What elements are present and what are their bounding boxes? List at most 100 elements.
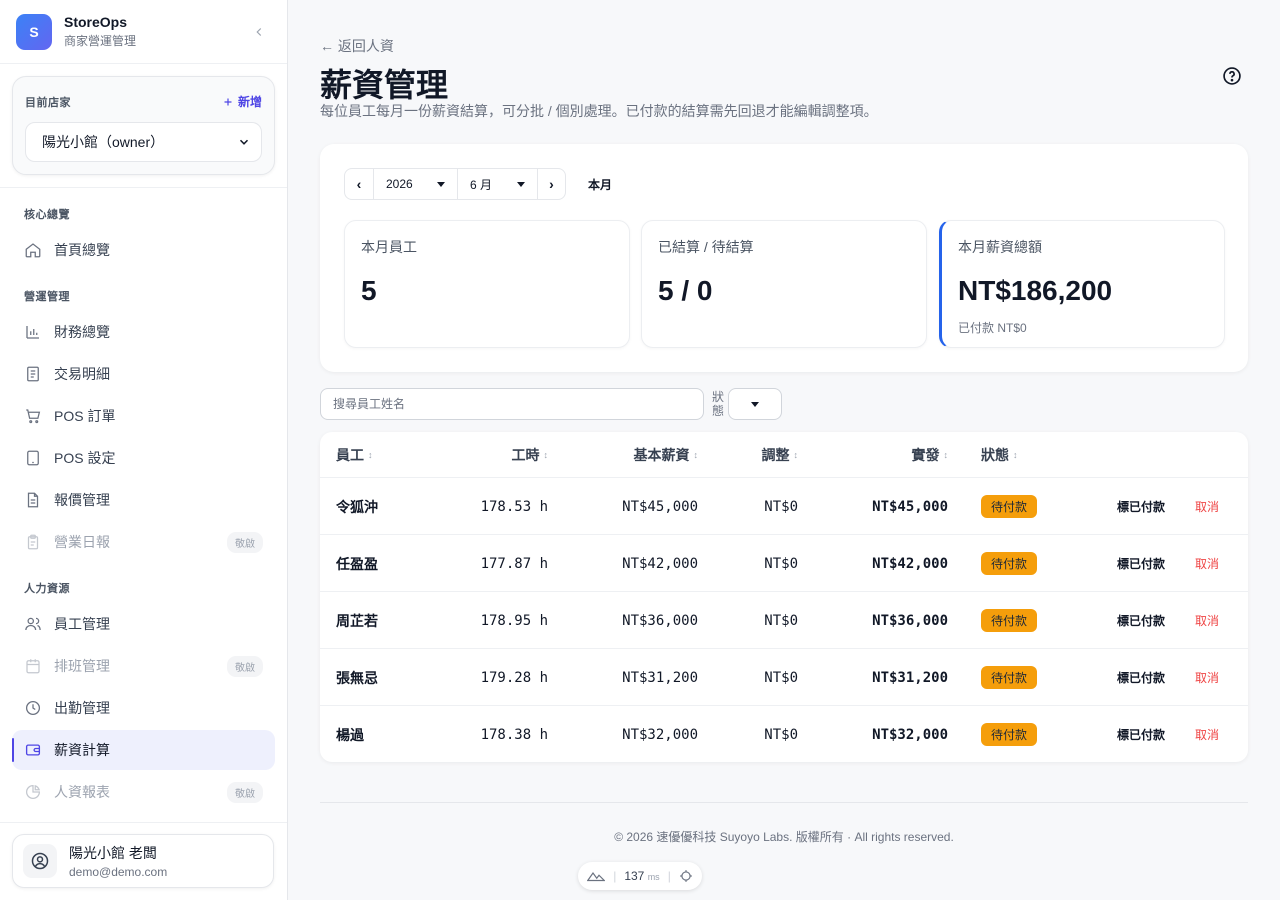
sidebar-item-attendance[interactable]: 出勤管理 bbox=[12, 688, 275, 728]
adjustment-cell: NT$0 bbox=[764, 726, 798, 743]
store-label: 目前店家 bbox=[25, 96, 71, 109]
sidebar-item-scheduling[interactable]: 排班管理 敬啟 bbox=[12, 646, 275, 686]
column-header-base-salary[interactable]: 基本薪資 ↕ bbox=[634, 432, 699, 478]
store-select[interactable]: 陽光小館（owner） bbox=[25, 122, 262, 162]
sidebar-item-employees[interactable]: 員工管理 bbox=[12, 604, 275, 644]
year-select[interactable]: 2026 bbox=[373, 169, 457, 199]
nav-section-title: 營運管理 bbox=[24, 291, 70, 303]
status-badge: 待付款 bbox=[981, 609, 1038, 632]
employee-name: 周芷若 bbox=[336, 612, 378, 629]
mountain-logo-icon bbox=[587, 871, 606, 882]
sidebar-nav: 核心總覽 首頁總覽 營運管理 財務總覽 交易明細 POS 訂單 POS 設定 報… bbox=[0, 206, 287, 812]
mark-paid-button[interactable]: 標已付款 bbox=[1117, 555, 1165, 572]
sidebar-item-pos-settings[interactable]: POS 設定 bbox=[12, 438, 275, 478]
column-header-status[interactable]: 狀態 ↕ bbox=[981, 432, 1018, 478]
main-content: ← 返回人資 薪資管理 每位員工每月一份薪資結算，可分批 / 個別處理。已付款的… bbox=[320, 0, 1248, 900]
cancel-button[interactable]: 取消 bbox=[1195, 555, 1219, 572]
adjustment-cell: NT$0 bbox=[764, 612, 798, 629]
month-select[interactable]: 6 月 bbox=[457, 169, 537, 199]
store-switcher: 目前店家 新增 陽光小館（owner） bbox=[12, 76, 275, 175]
help-button[interactable] bbox=[1222, 66, 1242, 86]
column-header-adjustment[interactable]: 調整 ↕ bbox=[762, 432, 799, 478]
base-salary-cell: NT$32,000 bbox=[622, 726, 698, 743]
cancel-button[interactable]: 取消 bbox=[1195, 498, 1219, 515]
net-pay-cell: NT$32,000 bbox=[872, 726, 948, 743]
period-selector: ‹ 2026 6 月 › 本月 bbox=[344, 168, 612, 200]
table-row: 任盈盈 177.87 h NT$42,000 NT$0 NT$42,000 待付… bbox=[320, 535, 1248, 592]
base-salary-cell: NT$31,200 bbox=[622, 669, 698, 686]
next-month-button[interactable]: › bbox=[537, 169, 565, 199]
users-icon bbox=[24, 615, 42, 633]
dev-perf-indicator[interactable]: | 137 ms | bbox=[578, 862, 702, 890]
sidebar-item-finance[interactable]: 財務總覽 bbox=[12, 312, 275, 352]
chevron-left-icon bbox=[256, 27, 262, 36]
prev-month-button[interactable]: ‹ bbox=[345, 169, 373, 199]
mark-paid-button[interactable]: 標已付款 bbox=[1117, 669, 1165, 686]
status-filter-label: 狀態 bbox=[712, 390, 725, 418]
mark-paid-button[interactable]: 標已付款 bbox=[1117, 726, 1165, 743]
stat-value: 5 bbox=[361, 275, 377, 306]
help-circle-icon bbox=[1223, 67, 1241, 85]
disabled-badge: 敬啟 bbox=[227, 655, 263, 677]
stat-value: 5 / 0 bbox=[658, 275, 713, 306]
status-badge: 待付款 bbox=[981, 666, 1038, 689]
cancel-button[interactable]: 取消 bbox=[1195, 726, 1219, 743]
filter-bar: 狀態 bbox=[320, 388, 782, 420]
adjustment-cell: NT$0 bbox=[764, 555, 798, 572]
home-icon bbox=[24, 241, 42, 259]
user-circle-icon bbox=[31, 852, 49, 870]
sort-icon: ↕ bbox=[543, 450, 549, 460]
status-badge: 待付款 bbox=[981, 723, 1038, 746]
column-header-employee[interactable]: 員工 ↕ bbox=[336, 432, 373, 478]
caret-down-icon bbox=[437, 181, 445, 187]
page-description: 每位員工每月一份薪資結算，可分批 / 個別處理。已付款的結算需先回退才能編輯調整… bbox=[320, 103, 878, 119]
column-header-net-pay[interactable]: 實發 ↕ bbox=[912, 432, 949, 478]
table-header: 員工 ↕ 工時 ↕ 基本薪資 ↕ 調整 ↕ 實發 ↕ 狀態 ↕ bbox=[320, 432, 1248, 478]
base-salary-cell: NT$36,000 bbox=[622, 612, 698, 629]
employee-name: 張無忌 bbox=[336, 669, 378, 686]
sidebar-item-daily-report[interactable]: 營業日報 敬啟 bbox=[12, 522, 275, 562]
net-pay-cell: NT$42,000 bbox=[872, 555, 948, 572]
stat-value: NT$186,200 bbox=[958, 275, 1113, 306]
employee-name: 任盈盈 bbox=[336, 555, 378, 572]
chevron-down-icon bbox=[239, 139, 249, 145]
sort-icon: ↕ bbox=[1013, 450, 1018, 460]
brand-header: S StoreOps 商家營運管理 bbox=[0, 0, 287, 64]
cart-icon bbox=[24, 407, 42, 425]
clock-icon bbox=[24, 699, 42, 717]
cancel-button[interactable]: 取消 bbox=[1195, 612, 1219, 629]
sidebar-item-transactions[interactable]: 交易明細 bbox=[12, 354, 275, 394]
table-row: 令狐沖 178.53 h NT$45,000 NT$0 NT$45,000 待付… bbox=[320, 478, 1248, 535]
status-filter-select[interactable] bbox=[728, 388, 782, 420]
table-row: 周芷若 178.95 h NT$36,000 NT$0 NT$36,000 待付… bbox=[320, 592, 1248, 649]
disabled-badge: 敬啟 bbox=[227, 531, 263, 553]
collapse-sidebar-button[interactable] bbox=[247, 20, 271, 44]
cancel-button[interactable]: 取消 bbox=[1195, 669, 1219, 686]
add-store-button[interactable]: 新增 bbox=[222, 93, 262, 110]
clipboard-icon bbox=[24, 533, 42, 551]
this-month-button[interactable]: 本月 bbox=[588, 176, 612, 193]
net-pay-cell: NT$36,000 bbox=[872, 612, 948, 629]
nav-section-title: 人力資源 bbox=[24, 583, 70, 595]
sort-icon: ↕ bbox=[793, 450, 799, 460]
user-email: demo@demo.com bbox=[69, 865, 168, 879]
disabled-badge: 敬啟 bbox=[227, 781, 263, 803]
brand-name: StoreOps bbox=[64, 14, 128, 30]
caret-down-icon bbox=[517, 181, 525, 187]
sidebar-item-quotes[interactable]: 報價管理 bbox=[12, 480, 275, 520]
document-icon bbox=[24, 491, 42, 509]
sidebar-item-payroll[interactable]: 薪資計算 bbox=[12, 730, 275, 770]
stat-subtext: 已付款 NT$0 bbox=[958, 321, 1027, 335]
sidebar-item-home[interactable]: 首頁總覽 bbox=[12, 230, 275, 270]
stat-card-total-payroll: 本月薪資總額 NT$186,200 已付款 NT$0 bbox=[939, 220, 1225, 348]
back-to-hr-link[interactable]: ← 返回人資 bbox=[320, 36, 394, 56]
sidebar-item-pos-orders[interactable]: POS 訂單 bbox=[12, 396, 275, 436]
user-name: 陽光小館 老闆 bbox=[69, 845, 157, 861]
search-employee-input[interactable] bbox=[320, 388, 704, 420]
plus-icon bbox=[224, 98, 232, 105]
user-profile-card[interactable]: 陽光小館 老闆 demo@demo.com bbox=[12, 834, 274, 888]
mark-paid-button[interactable]: 標已付款 bbox=[1117, 612, 1165, 629]
column-header-hours[interactable]: 工時 ↕ bbox=[512, 432, 549, 478]
mark-paid-button[interactable]: 標已付款 bbox=[1117, 498, 1165, 515]
sidebar-item-hr-reports[interactable]: 人資報表 敬啟 bbox=[12, 772, 275, 812]
